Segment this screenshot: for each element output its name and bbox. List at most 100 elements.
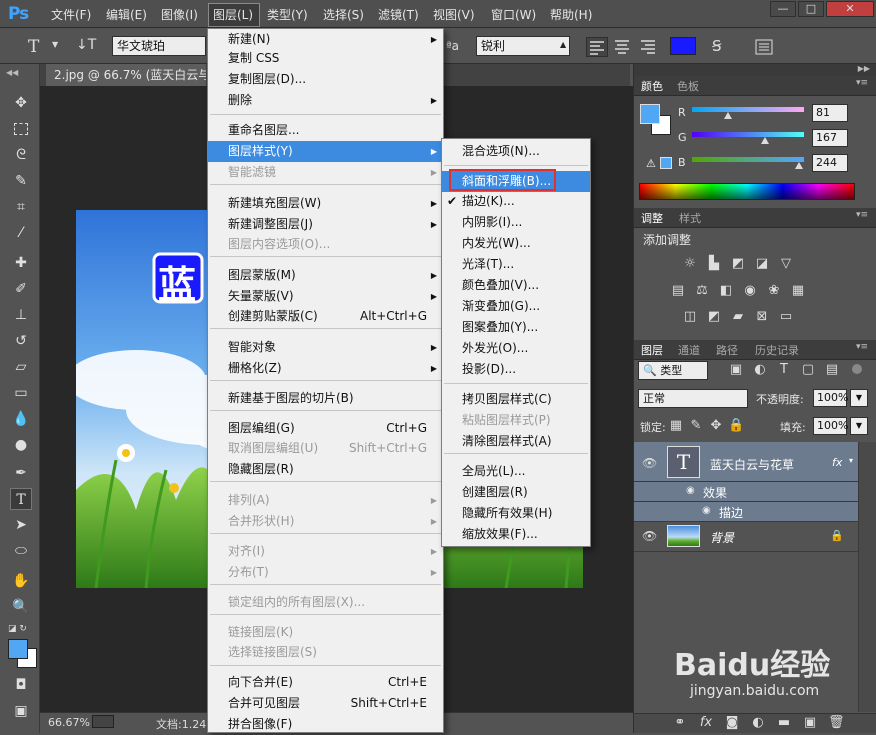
g-slider-thumb[interactable] bbox=[761, 137, 770, 144]
new-adjustment-icon[interactable]: ◐ bbox=[750, 715, 766, 731]
threshold-icon[interactable]: ▰ bbox=[730, 309, 746, 325]
black-white-icon[interactable]: ◧ bbox=[718, 283, 734, 299]
r-slider-thumb[interactable] bbox=[723, 112, 732, 119]
layer_menu-item[interactable]: 向下合并(E) Ctrl+E bbox=[208, 672, 443, 693]
add-mask-icon[interactable]: ◙ bbox=[724, 715, 740, 731]
filter-smart-icon[interactable]: ▤ bbox=[824, 362, 840, 378]
r-slider[interactable] bbox=[692, 107, 804, 112]
tab-color[interactable]: 颜色 bbox=[641, 78, 663, 94]
menu-layer[interactable]: 图层(L) bbox=[213, 6, 253, 23]
photo-filter-icon[interactable]: ◉ bbox=[742, 283, 758, 299]
eyedropper-tool-icon[interactable]: ⁄ bbox=[10, 222, 32, 244]
style_menu-item[interactable]: 混合选项(N)... bbox=[442, 141, 590, 162]
type-tool-icon[interactable]: T bbox=[10, 488, 32, 510]
style_menu-item[interactable]: 图案叠加(Y)... bbox=[442, 317, 590, 338]
lock-position-icon[interactable]: ✥ bbox=[708, 418, 724, 434]
filter-adjust-icon[interactable]: ◐ bbox=[752, 362, 768, 378]
style_menu-item[interactable]: 内发光(W)... bbox=[442, 233, 590, 254]
crop-tool-icon[interactable]: ⌗ bbox=[10, 196, 32, 218]
lasso-tool-icon[interactable]: ᘓ bbox=[10, 144, 32, 166]
fill-dropdown[interactable]: ▼ bbox=[850, 417, 868, 435]
chevron-down-icon[interactable]: ▼ bbox=[52, 40, 58, 49]
new-layer-icon[interactable]: ▣ bbox=[802, 715, 818, 731]
menu-image[interactable]: 图像(I) bbox=[161, 6, 198, 23]
hue-sat-icon[interactable]: ▤ bbox=[670, 283, 686, 299]
filter-type-icon[interactable]: T bbox=[776, 362, 792, 378]
opacity-dropdown[interactable]: ▼ bbox=[850, 389, 868, 407]
eraser-tool-icon[interactable]: ▱ bbox=[10, 356, 32, 378]
levels-icon[interactable]: ▙ bbox=[706, 256, 722, 272]
layer_menu-item[interactable]: 图层样式(Y) ▶ bbox=[208, 141, 443, 162]
gamut-warning-icon[interactable]: ⚠ bbox=[646, 157, 656, 170]
zoom-tool-icon[interactable]: 🔍 bbox=[10, 596, 32, 618]
stroke-effect-row[interactable] bbox=[634, 502, 858, 522]
vibrance-icon[interactable]: ▽ bbox=[778, 256, 794, 272]
layer_menu-item[interactable]: 新建基于图层的切片(B) bbox=[208, 388, 443, 409]
b-slider-thumb[interactable] bbox=[795, 162, 804, 169]
layer_menu-item[interactable]: 图层蒙版(M) ▶ bbox=[208, 265, 443, 286]
layer_menu-item[interactable]: 栅格化(Z) ▶ bbox=[208, 358, 443, 379]
color-fg-swatch[interactable] bbox=[640, 104, 660, 124]
style_menu-item[interactable]: 颜色叠加(V)... bbox=[442, 275, 590, 296]
layer_menu-item[interactable]: 合并可见图层 Shift+Ctrl+E bbox=[208, 693, 443, 714]
layer_menu-item[interactable]: 新建(N) ▶ bbox=[208, 29, 443, 50]
quick-select-tool-icon[interactable]: ✎ bbox=[10, 170, 32, 192]
path-select-tool-icon[interactable]: ➤ bbox=[10, 514, 32, 536]
blur-tool-icon[interactable]: 💧 bbox=[10, 408, 32, 430]
font-family-field[interactable]: 华文琥珀 bbox=[112, 36, 206, 56]
posterize-icon[interactable]: ◩ bbox=[706, 309, 722, 325]
selective-color-icon[interactable]: ⊠ bbox=[754, 309, 770, 325]
menu-filter[interactable]: 滤镜(T) bbox=[378, 6, 419, 23]
blend-mode-select[interactable]: 正常 bbox=[638, 389, 748, 408]
layer_menu-item[interactable]: 新建调整图层(J) ▶ bbox=[208, 214, 443, 235]
ellipse-tool-icon[interactable]: ⬭ bbox=[10, 540, 32, 562]
layer_menu-item[interactable]: 拼合图像(F) bbox=[208, 714, 443, 735]
character-panel-button[interactable] bbox=[754, 38, 774, 56]
fx-icon[interactable]: fx bbox=[832, 456, 842, 469]
dodge-tool-icon[interactable]: ● bbox=[10, 434, 32, 456]
style_menu-item[interactable]: 创建图层(R) bbox=[442, 482, 590, 503]
style_menu-item[interactable]: 隐藏所有效果(H) bbox=[442, 503, 590, 524]
visibility-eye-icon[interactable]: 👁 bbox=[642, 456, 657, 470]
document-tab[interactable]: 2.jpg @ 66.7% (蓝天白云与花草, RGB/8) * bbox=[46, 64, 206, 86]
delete-layer-icon[interactable]: 🗑 bbox=[828, 715, 845, 731]
antialias-select[interactable]: 锐利 bbox=[476, 36, 570, 56]
style_menu-item[interactable]: 内阴影(I)... bbox=[442, 212, 590, 233]
exposure-icon[interactable]: ◪ bbox=[754, 256, 770, 272]
brush-tool-icon[interactable]: ✐ bbox=[10, 278, 32, 300]
add-style-icon[interactable]: fx bbox=[698, 715, 714, 731]
menu-select[interactable]: 选择(S) bbox=[323, 6, 364, 23]
b-slider[interactable] bbox=[692, 157, 804, 162]
layer_menu-item[interactable]: 新建填充图层(W) ▶ bbox=[208, 193, 443, 214]
tab-history[interactable]: 历史记录 bbox=[755, 342, 799, 358]
menu-type[interactable]: 类型(Y) bbox=[267, 6, 308, 23]
curves-icon[interactable]: ◩ bbox=[730, 256, 746, 272]
layers-scrollbar[interactable] bbox=[858, 442, 876, 712]
effects-row[interactable] bbox=[634, 482, 858, 502]
collapse-icon[interactable]: ◀◀ bbox=[6, 68, 18, 77]
link-layers-icon[interactable]: ⚭ bbox=[672, 715, 688, 731]
color-lookup-icon[interactable]: ▦ bbox=[790, 283, 806, 299]
g-slider[interactable] bbox=[692, 132, 804, 137]
menu-view[interactable]: 视图(V) bbox=[433, 6, 475, 23]
fill-field[interactable]: 100% bbox=[813, 417, 848, 435]
style_menu-item[interactable]: 渐变叠加(G)... bbox=[442, 296, 590, 317]
b-value-field[interactable]: 244 bbox=[812, 154, 848, 172]
filter-shape-icon[interactable]: ▢ bbox=[800, 362, 816, 378]
web-safe-swatch[interactable] bbox=[660, 157, 672, 169]
menu-help[interactable]: 帮助(H) bbox=[550, 6, 592, 23]
style_menu-item[interactable]: 缩放效果(F)... bbox=[442, 524, 590, 545]
text-color-swatch[interactable] bbox=[670, 37, 696, 55]
visibility-eye-icon[interactable]: 👁 bbox=[642, 529, 657, 543]
layer_menu-item[interactable]: 智能对象 ▶ bbox=[208, 337, 443, 358]
lock-all-icon[interactable]: 🔒 bbox=[728, 418, 744, 434]
opacity-field[interactable]: 100% bbox=[813, 389, 848, 407]
layer_menu-item[interactable]: 删除 ▶ bbox=[208, 90, 443, 111]
default-colors-icon[interactable]: ◪ ↻ bbox=[8, 624, 27, 634]
filter-toggle[interactable] bbox=[852, 364, 862, 374]
panel-menu-icon[interactable]: ▾≡ bbox=[856, 78, 868, 88]
tab-swatches[interactable]: 色板 bbox=[677, 78, 699, 94]
tab-adjustments[interactable]: 调整 bbox=[641, 210, 663, 226]
layer_menu-item[interactable]: 隐藏图层(R) bbox=[208, 459, 443, 480]
tab-channels[interactable]: 通道 bbox=[678, 342, 700, 358]
